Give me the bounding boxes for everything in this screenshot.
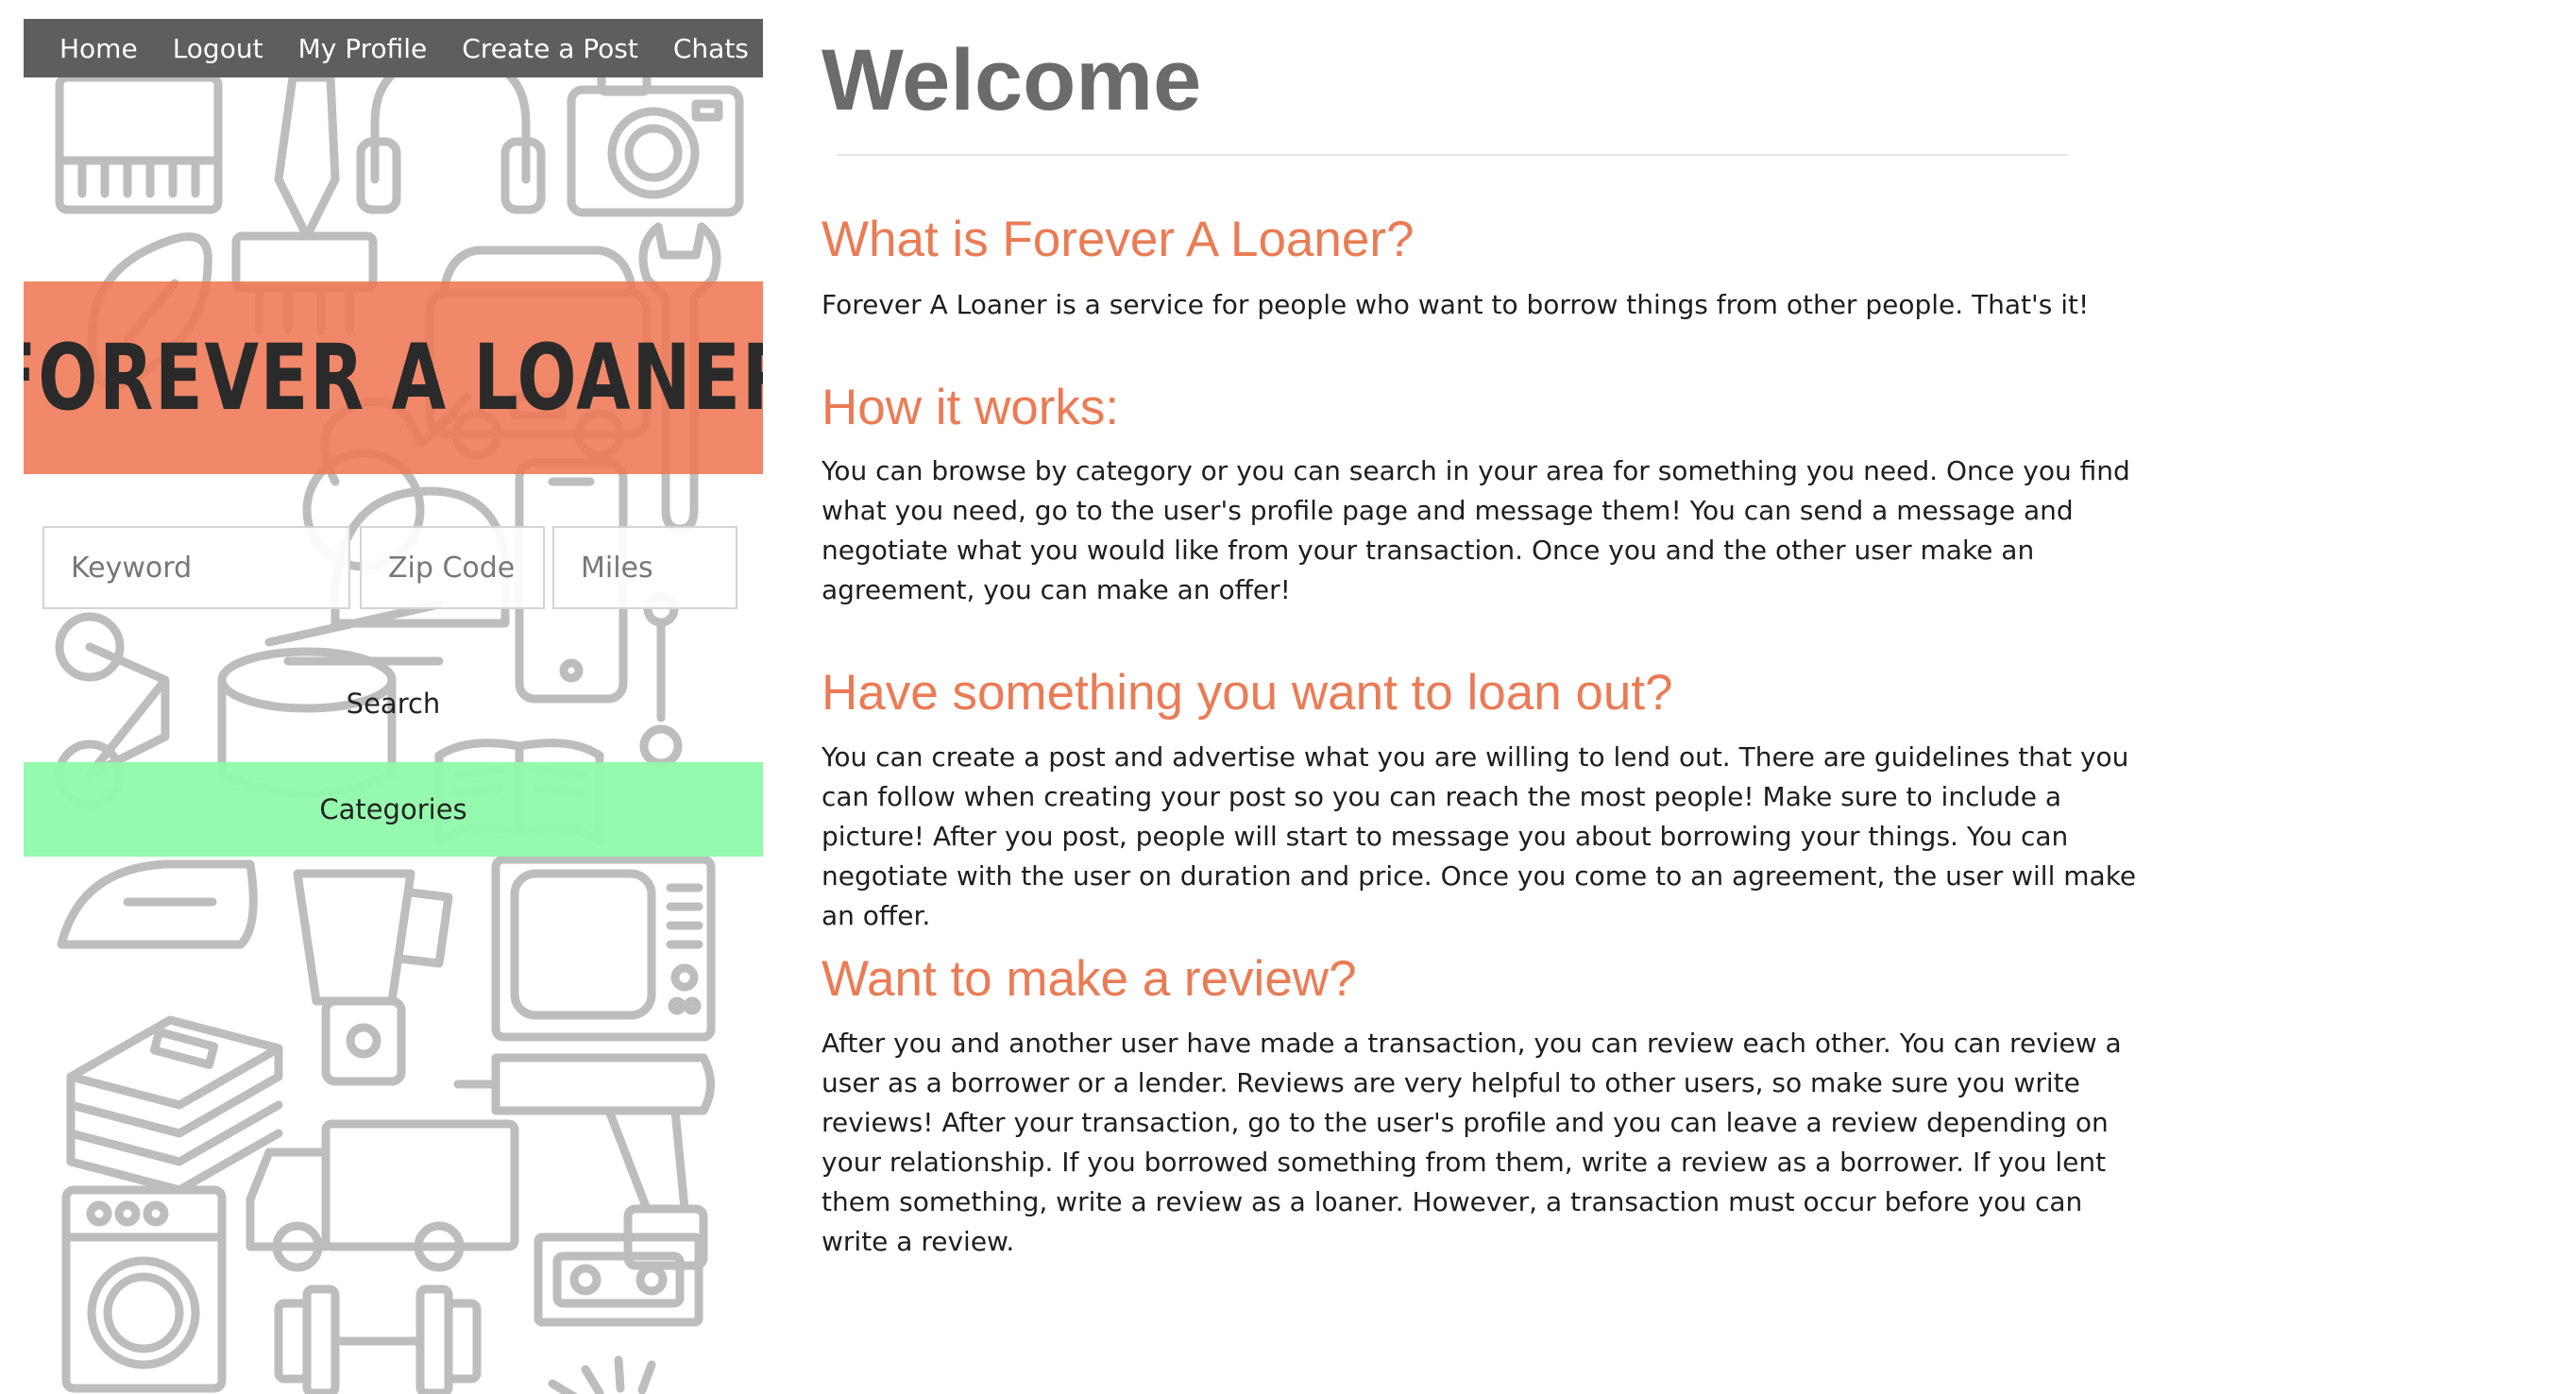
vhs-tape-icon bbox=[534, 1232, 703, 1327]
page-title: Welcome bbox=[822, 32, 1202, 128]
title-divider bbox=[837, 154, 2068, 156]
keyboard-icon bbox=[55, 73, 223, 214]
section-body-what-is: Forever A Loaner is a service for people… bbox=[822, 289, 2090, 320]
zip-code-input[interactable] bbox=[360, 526, 545, 609]
blender-icon bbox=[293, 869, 453, 1086]
section-body-loan-out: You can create a post and advertise what… bbox=[822, 741, 2137, 931]
top-nav: Home Logout My Profile Create a Post Cha… bbox=[24, 19, 763, 77]
search-button[interactable]: Search bbox=[24, 666, 763, 741]
nav-create-post-link[interactable]: Create a Post bbox=[462, 33, 638, 64]
brand-logo-text: FOREVER A LOANER bbox=[24, 325, 763, 431]
section-body-how-it-works: You can browse by category or you can se… bbox=[822, 455, 2130, 605]
nav-logout-link[interactable]: Logout bbox=[173, 33, 263, 64]
nav-chats-link[interactable]: Chats bbox=[673, 33, 749, 64]
categories-button[interactable]: Categories bbox=[24, 762, 763, 857]
section-heading-loan-out: Have something you want to loan out? bbox=[822, 665, 1673, 721]
sidebar: Home Logout My Profile Create a Post Cha… bbox=[24, 19, 763, 1394]
washing-machine-icon bbox=[61, 1185, 227, 1393]
keyword-input[interactable] bbox=[42, 526, 350, 609]
nav-home-link[interactable]: Home bbox=[59, 33, 138, 64]
lamp-rays-icon bbox=[548, 1355, 656, 1394]
books-stack-icon bbox=[66, 1015, 283, 1195]
dumbbell-icon bbox=[274, 1284, 482, 1394]
nav-my-profile-link[interactable]: My Profile bbox=[298, 33, 428, 64]
section-body-review: After you and another user have made a t… bbox=[822, 1028, 2122, 1257]
miles-input[interactable] bbox=[552, 526, 737, 609]
iron-icon bbox=[57, 859, 258, 949]
truck-icon bbox=[246, 1119, 519, 1272]
tv-icon bbox=[491, 855, 716, 1042]
section-heading-how-it-works: How it works: bbox=[822, 380, 1120, 435]
brand-banner: FOREVER A LOANER bbox=[24, 281, 763, 474]
section-heading-what-is: What is Forever A Loaner? bbox=[822, 212, 1415, 267]
headphones-icon bbox=[356, 52, 546, 214]
camera-icon bbox=[567, 66, 744, 217]
section-heading-review: Want to make a review? bbox=[822, 951, 1357, 1007]
